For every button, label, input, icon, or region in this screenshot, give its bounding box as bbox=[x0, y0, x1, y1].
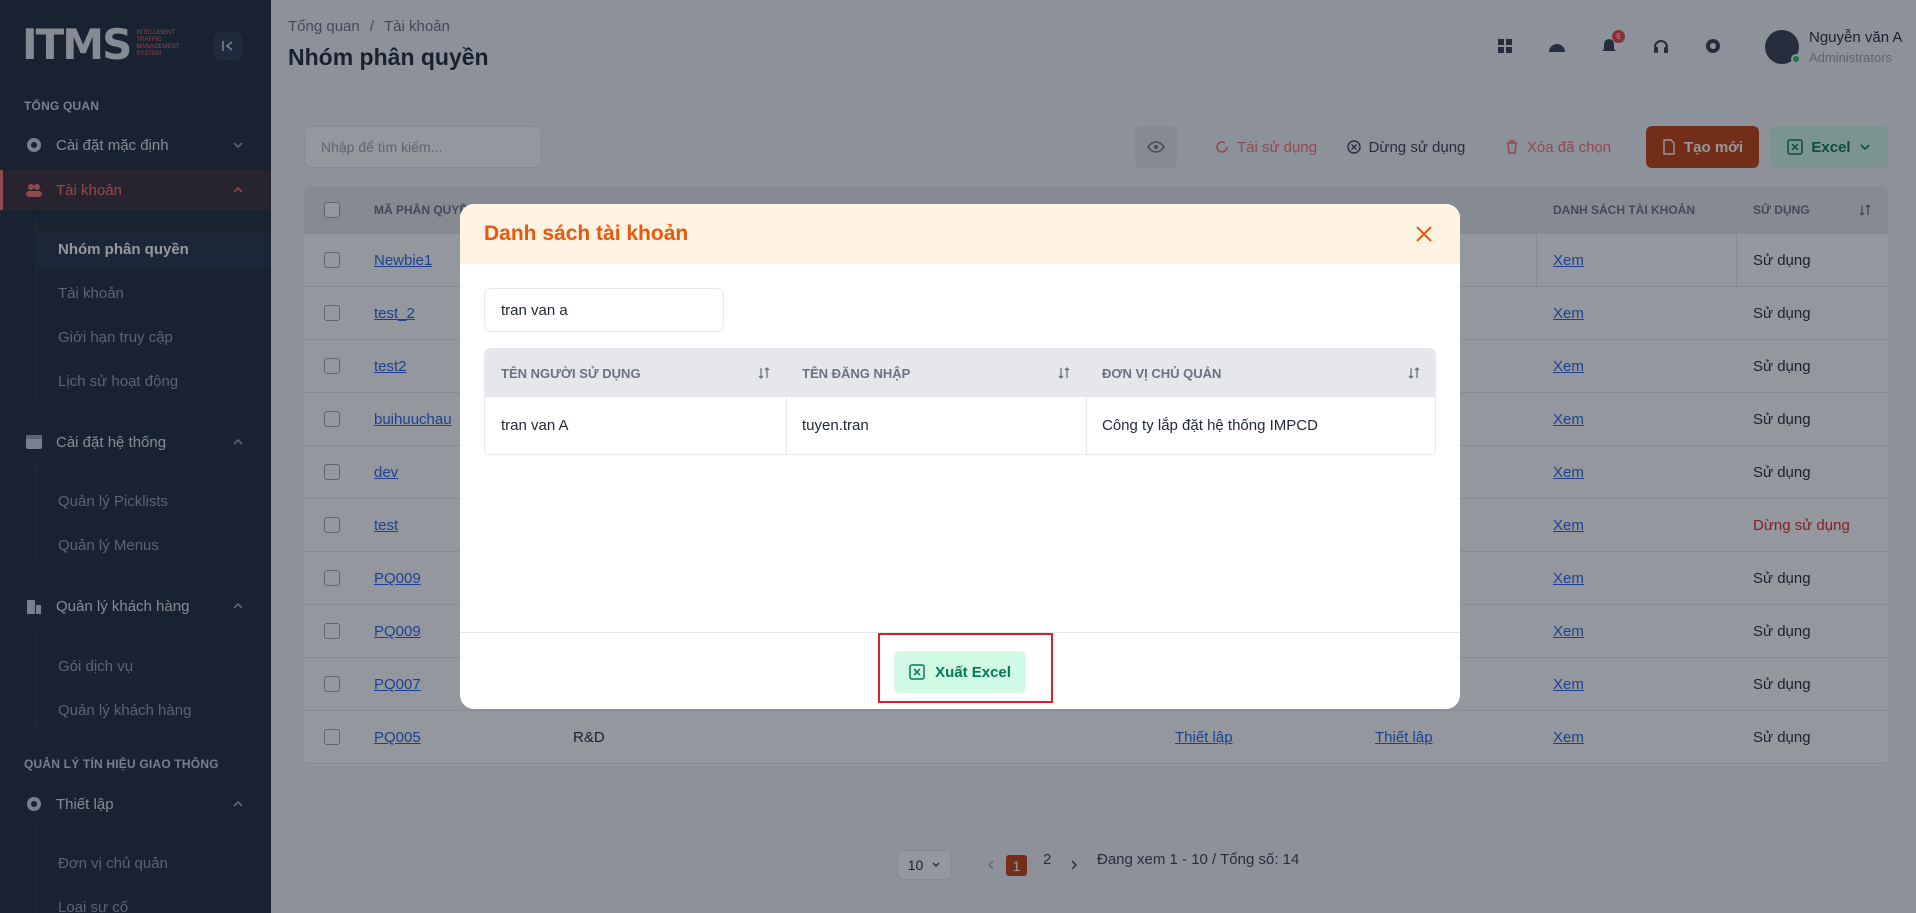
cell-managing-unit: Công ty lắp đặt hệ thống IMPCD bbox=[1102, 417, 1318, 434]
column-header-label: TÊN NGƯỜI SỬ DỤNG bbox=[501, 365, 641, 381]
cell-user-name: tran van A bbox=[501, 417, 569, 434]
column-header-label: ĐƠN VỊ CHỦ QUẢN bbox=[1102, 365, 1222, 381]
column-header-unit[interactable]: ĐƠN VỊ CHỦ QUẢN bbox=[1086, 349, 1435, 397]
accounts-table-header: TÊN NGƯỜI SỬ DỤNG TÊN ĐĂNG NHẬP ĐƠN VỊ C… bbox=[485, 349, 1435, 397]
sort-icon[interactable] bbox=[1057, 366, 1071, 380]
modal-title: Danh sách tài khoản bbox=[484, 222, 689, 245]
cell-login-name: tuyen.tran bbox=[802, 417, 869, 434]
close-button[interactable] bbox=[1412, 222, 1436, 246]
column-header-user[interactable]: TÊN NGƯỜI SỬ DỤNG bbox=[485, 349, 786, 397]
column-header-login[interactable]: TÊN ĐĂNG NHẬP bbox=[786, 349, 1086, 397]
modal-header: Danh sách tài khoản bbox=[460, 204, 1460, 264]
accounts-table: TÊN NGƯỜI SỬ DỤNG TÊN ĐĂNG NHẬP ĐƠN VỊ C… bbox=[484, 348, 1436, 455]
column-header-label: TÊN ĐĂNG NHẬP bbox=[802, 365, 911, 381]
column-divider bbox=[1086, 349, 1087, 454]
sort-icon[interactable] bbox=[1407, 366, 1421, 380]
sort-icon[interactable] bbox=[757, 366, 771, 380]
column-divider bbox=[786, 349, 787, 454]
close-icon bbox=[1416, 226, 1432, 242]
highlight-box bbox=[878, 633, 1053, 703]
table-row[interactable]: tran van A tuyen.tran Công ty lắp đặt hệ… bbox=[485, 397, 1435, 454]
modal-search-input[interactable] bbox=[484, 288, 724, 332]
